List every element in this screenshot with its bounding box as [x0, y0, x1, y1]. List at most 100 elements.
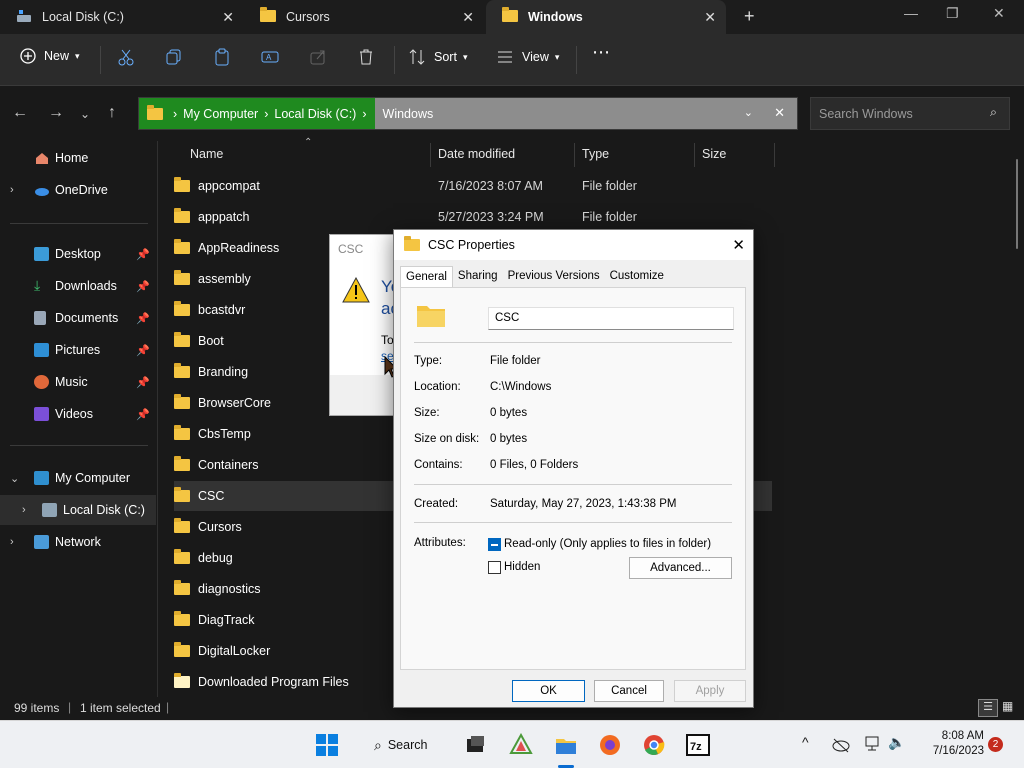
taskbar-search-button[interactable]: ⌕ Search: [364, 731, 450, 759]
delete-button[interactable]: [357, 48, 383, 66]
folder-name-input[interactable]: CSC: [488, 307, 734, 330]
7zip-icon[interactable]: 7z: [686, 733, 710, 757]
file-name: AppReadiness: [198, 241, 280, 255]
file-explorer-icon[interactable]: [554, 733, 578, 757]
chevron-right-icon[interactable]: ›: [22, 504, 26, 516]
tab-customize[interactable]: Customize: [605, 266, 669, 288]
close-icon[interactable]: ✕: [704, 9, 716, 26]
sidebar-item-documents[interactable]: Documents 📌: [0, 303, 156, 333]
pin-icon[interactable]: 📌: [136, 248, 150, 261]
address-bar[interactable]: › My Computer › Local Disk (C:) › Window…: [138, 97, 798, 130]
breadcrumb-windows[interactable]: Windows: [383, 107, 434, 121]
chevron-down-icon[interactable]: ⌄: [10, 472, 19, 485]
separator: [394, 46, 395, 74]
close-icon[interactable]: ✕: [774, 105, 785, 121]
restore-button[interactable]: ❐: [946, 5, 959, 22]
new-tab-button[interactable]: +: [744, 6, 755, 27]
sidebar-item-videos[interactable]: Videos 📌: [0, 399, 156, 429]
sidebar-item-pictures[interactable]: Pictures 📌: [0, 335, 156, 365]
tab-local-disk[interactable]: Local Disk (C:) ✕: [0, 0, 244, 34]
up-button[interactable]: ↑: [108, 104, 116, 122]
tiles-view-button[interactable]: ▦: [1002, 699, 1013, 713]
chevron-up-icon[interactable]: ^: [802, 734, 809, 750]
cut-button[interactable]: [117, 48, 143, 66]
pin-icon[interactable]: 📌: [136, 312, 150, 325]
sidebar-item-local-disk[interactable]: › Local Disk (C:): [0, 495, 156, 525]
close-icon[interactable]: ✕: [462, 9, 474, 26]
column-header-name[interactable]: Name: [190, 147, 223, 161]
pin-icon[interactable]: 📌: [136, 408, 150, 421]
copilot-icon[interactable]: [509, 733, 533, 757]
search-icon: ⌕: [989, 105, 997, 119]
rename-button[interactable]: A: [261, 48, 287, 66]
clock[interactable]: 8:08 AM 7/16/2023: [918, 729, 984, 759]
breadcrumb-my-computer[interactable]: My Computer: [183, 107, 258, 121]
chrome-icon[interactable]: [642, 733, 666, 757]
pin-icon[interactable]: 📌: [136, 376, 150, 389]
column-header-size[interactable]: Size: [702, 147, 726, 161]
sidebar-item-downloads[interactable]: ⤓ Downloads 📌: [0, 271, 156, 301]
column-header-type[interactable]: Type: [582, 147, 609, 161]
back-button[interactable]: ←: [12, 104, 28, 122]
search-icon: ⌕: [374, 736, 382, 753]
network-icon[interactable]: [864, 735, 882, 753]
view-button[interactable]: View ▾: [496, 48, 559, 66]
column-header-date[interactable]: Date modified: [438, 147, 515, 161]
column-divider[interactable]: [574, 143, 575, 167]
volume-icon[interactable]: 🔈: [888, 734, 905, 751]
details-view-button[interactable]: ☰: [978, 699, 998, 717]
chevron-down-icon[interactable]: ⌄: [744, 106, 753, 119]
close-window-button[interactable]: ✕: [993, 5, 1005, 22]
folder-large-icon: [417, 306, 445, 327]
chevron-right-icon[interactable]: ›: [10, 536, 14, 548]
minimize-button[interactable]: —: [904, 5, 918, 21]
recent-locations-button[interactable]: ⌄: [80, 107, 90, 121]
advanced-button[interactable]: Advanced...: [629, 557, 732, 579]
firefox-icon[interactable]: [598, 733, 622, 757]
apply-button[interactable]: Apply: [674, 680, 746, 702]
search-input[interactable]: Search Windows ⌕: [810, 97, 1010, 130]
copy-button[interactable]: [165, 48, 191, 66]
sidebar-item-onedrive[interactable]: › OneDrive: [0, 175, 156, 205]
sidebar-item-my-computer[interactable]: ⌄ My Computer: [0, 463, 156, 493]
sort-button[interactable]: Sort ▾: [408, 48, 467, 66]
table-row[interactable]: appcompat 7/16/2023 8:07 AM File folder: [174, 171, 772, 201]
more-options-button[interactable]: ⋯: [592, 42, 610, 63]
chevron-right-icon[interactable]: ›: [10, 184, 14, 196]
column-divider[interactable]: [694, 143, 695, 167]
column-divider[interactable]: [430, 143, 431, 167]
tab-general[interactable]: General: [400, 266, 453, 288]
tab-previous-versions[interactable]: Previous Versions: [503, 266, 605, 288]
table-row[interactable]: apppatch 5/27/2023 3:24 PM File folder: [174, 202, 772, 232]
new-button[interactable]: New ▾: [20, 48, 80, 64]
hidden-checkbox[interactable]: [488, 561, 501, 574]
trash-icon: [360, 49, 372, 65]
breadcrumb-local-disk[interactable]: Local Disk (C:): [274, 107, 356, 121]
tab-windows[interactable]: Windows ✕: [486, 0, 726, 34]
sidebar-item-network[interactable]: › Network: [0, 527, 156, 557]
notification-badge[interactable]: 2: [988, 737, 1003, 752]
task-view-icon[interactable]: [463, 733, 487, 757]
sidebar-item-home[interactable]: Home: [0, 143, 156, 173]
sidebar-item-music[interactable]: Music 📌: [0, 367, 156, 397]
pin-icon[interactable]: 📌: [136, 344, 150, 357]
forward-button[interactable]: →: [48, 104, 64, 122]
tab-sharing[interactable]: Sharing: [453, 266, 503, 288]
ok-button[interactable]: OK: [512, 680, 585, 702]
cancel-button[interactable]: Cancel: [594, 680, 664, 702]
paste-button[interactable]: [213, 48, 239, 66]
sidebar-item-desktop[interactable]: Desktop 📌: [0, 239, 156, 269]
pin-icon[interactable]: 📌: [136, 280, 150, 293]
windows-start-icon[interactable]: [315, 733, 339, 757]
share-button[interactable]: [309, 48, 335, 66]
column-divider[interactable]: [774, 143, 775, 167]
readonly-checkbox[interactable]: [488, 538, 501, 551]
hidden-label[interactable]: Hidden: [504, 561, 540, 573]
close-icon[interactable]: ✕: [222, 9, 234, 26]
scrollbar[interactable]: [1016, 159, 1018, 249]
onedrive-offline-icon[interactable]: [832, 737, 850, 753]
folder-icon: [174, 580, 190, 595]
readonly-label[interactable]: Read-only (Only applies to files in fold…: [504, 538, 711, 550]
tab-cursors[interactable]: Cursors ✕: [244, 0, 484, 34]
close-icon[interactable]: ✕: [732, 236, 745, 254]
